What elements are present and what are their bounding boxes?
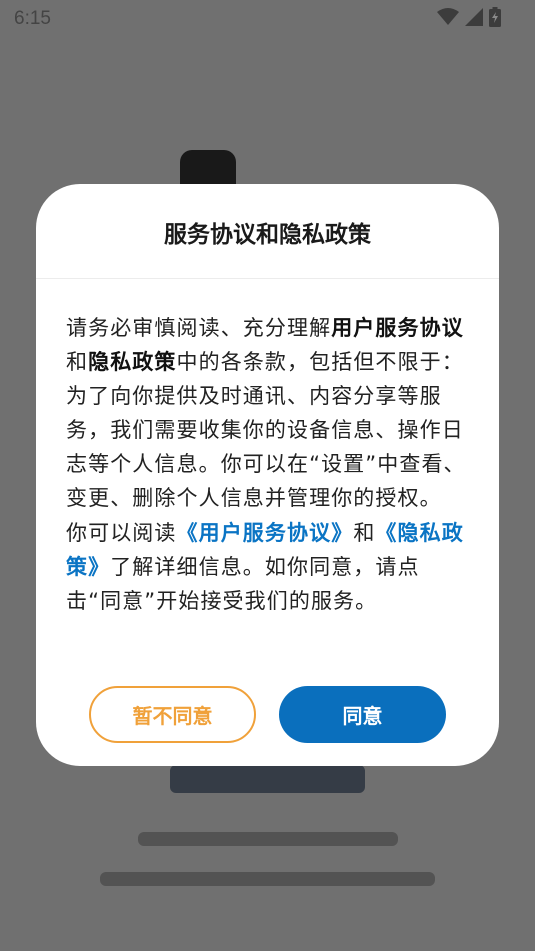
privacy-dialog: 服务协议和隐私政策 请务必审慎阅读、充分理解用户服务协议和隐私政策中的各条款，包…: [36, 184, 499, 766]
status-time: 6:15: [14, 8, 51, 29]
links-text: 你可以阅读: [66, 521, 177, 545]
battery-charging-icon: [489, 7, 501, 31]
links-text: 了解详细信息。如你同意，请点击“同意”开始接受我们的服务。: [66, 555, 420, 613]
dialog-body: 请务必审慎阅读、充分理解用户服务协议和隐私政策中的各条款，包括但不限于：为了向你…: [66, 311, 471, 618]
user-agreement-term: 用户服务协议: [331, 316, 464, 340]
agree-button[interactable]: 同意: [279, 686, 446, 743]
consent-text: 中的各条款，包括但不限于：为了向你提供及时通讯、内容分享等服务，我们需要收集你的…: [66, 350, 466, 510]
divider: [36, 278, 499, 279]
status-bar: 6:15: [0, 0, 535, 38]
links-text: 和: [353, 521, 376, 545]
consent-paragraph: 请务必审慎阅读、充分理解用户服务协议和隐私政策中的各条款，包括但不限于：为了向你…: [66, 311, 471, 515]
links-paragraph: 你可以阅读《用户服务协议》和《隐私政策》了解详细信息。如你同意，请点击“同意”开…: [66, 516, 471, 618]
consent-text: 和: [66, 350, 89, 374]
user-agreement-link[interactable]: 《用户服务协议》: [177, 521, 354, 545]
status-icons: [437, 7, 501, 31]
signal-icon: [465, 8, 483, 30]
dialog-title: 服务协议和隐私政策: [164, 222, 371, 248]
consent-text: 请务必审慎阅读、充分理解: [66, 316, 332, 340]
wifi-icon: [437, 8, 459, 30]
privacy-policy-term: 隐私政策: [88, 350, 177, 374]
disagree-button[interactable]: 暂不同意: [89, 686, 256, 743]
